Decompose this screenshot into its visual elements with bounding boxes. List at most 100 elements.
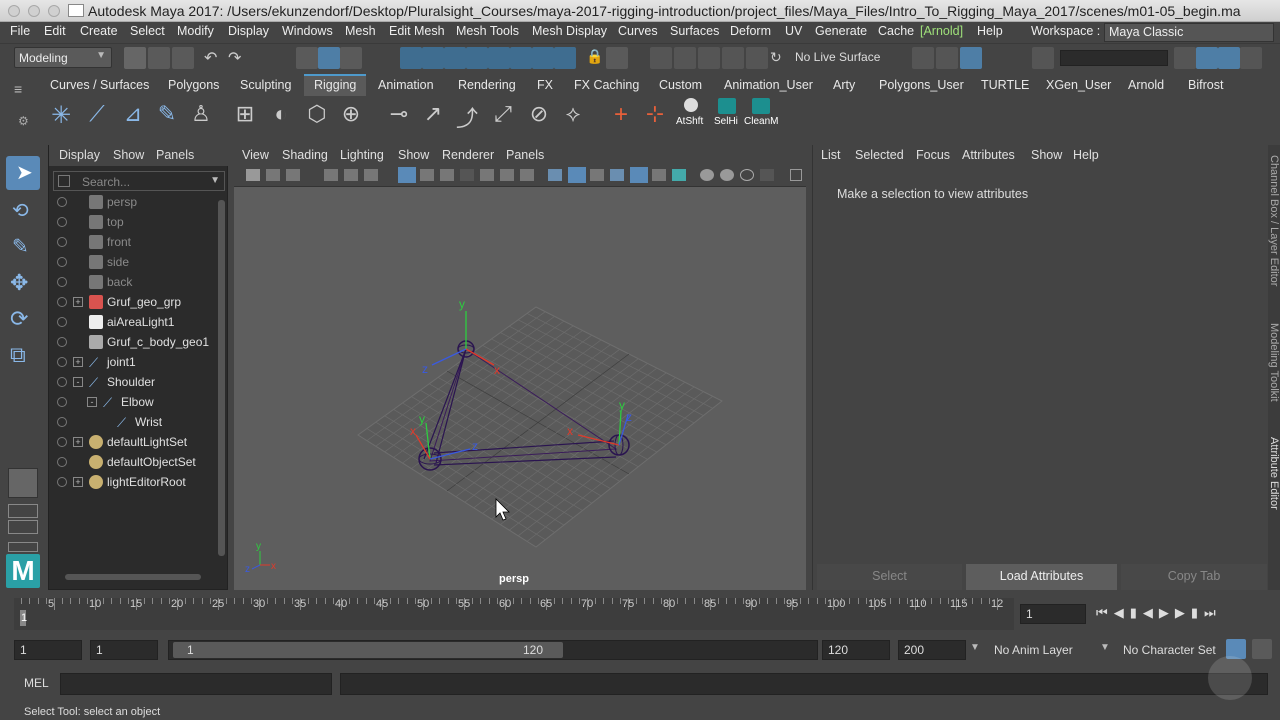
lattice-icon[interactable]: ⬡ xyxy=(304,101,330,127)
playback-start-field[interactable]: 1 xyxy=(90,640,158,660)
image-plane-icon[interactable] xyxy=(324,169,338,181)
shadows-icon[interactable] xyxy=(700,169,714,181)
outliner-item-joint1[interactable]: + ⟋ joint1 xyxy=(49,352,215,372)
expand-toggle-icon[interactable]: + xyxy=(73,297,83,307)
outliner-item-lighteditorroot[interactable]: + lightEditorRoot xyxy=(49,472,215,492)
point-constraint-icon[interactable]: ⊸ xyxy=(386,101,412,127)
menu-mesh-tools[interactable]: Mesh Tools xyxy=(456,24,519,38)
single-view-layout-icon[interactable] xyxy=(8,468,38,498)
show-attribute-editor-icon[interactable] xyxy=(1196,47,1218,69)
playback-controls[interactable]: ⏮◀▮◀▶▶▮⏭ xyxy=(1096,605,1222,621)
menu-uv[interactable]: UV xyxy=(785,24,802,38)
locator-icon[interactable]: + xyxy=(608,101,634,128)
outliner-item-gruf-c-body-geo1[interactable]: Gruf_c_body_geo1 xyxy=(49,332,215,352)
timeline-track[interactable]: 5 10 15 20 25 30 35 40 45 50 55 60 65 70 75 80 85 90 95 100… xyxy=(14,598,1014,630)
shelf-tab-polygons-user[interactable]: Polygons_User xyxy=(879,78,964,92)
motion-blur-icon[interactable] xyxy=(740,169,754,181)
visibility-toggle-icon[interactable] xyxy=(57,277,67,287)
viewport-scene[interactable]: y x z y x z y x z y x z persp xyxy=(234,187,806,590)
search-input[interactable]: Search... xyxy=(82,175,130,189)
grease-pencil-icon[interactable] xyxy=(364,169,378,181)
shelf-tab-fx-caching[interactable]: FX Caching xyxy=(574,78,639,92)
menuset-dropdown[interactable]: Modeling ▼ xyxy=(14,47,112,68)
ambient-occlusion-icon[interactable] xyxy=(720,169,734,181)
chevron-down-icon[interactable]: ▼ xyxy=(210,175,220,186)
selhi-shelf-button[interactable]: SelHi xyxy=(712,98,742,132)
visibility-toggle-icon[interactable] xyxy=(57,337,67,347)
field-chart-icon[interactable] xyxy=(480,169,494,181)
outliner-menu-panels[interactable]: Panels xyxy=(156,148,194,162)
expand-toggle-icon[interactable]: + xyxy=(73,437,83,447)
snap-live-icon[interactable] xyxy=(532,47,554,69)
scale-tool-icon[interactable]: ⧉ xyxy=(10,342,26,368)
isolate-select-icon[interactable] xyxy=(790,169,802,181)
outliner-item-defaultlightset[interactable]: + defaultLightSet xyxy=(49,432,215,452)
viewport-panel[interactable]: View Shading Lighting Show Renderer Pane… xyxy=(234,145,806,590)
outliner-item-wrist[interactable]: ⟋ Wrist xyxy=(49,412,215,432)
visibility-toggle-icon[interactable] xyxy=(57,297,67,307)
cleanm-shelf-button[interactable]: CleanM xyxy=(744,98,780,132)
snap-vertex-icon[interactable] xyxy=(510,47,532,69)
output-ops-icon[interactable] xyxy=(674,47,696,69)
wireframe-on-shaded-icon[interactable] xyxy=(610,169,624,181)
shelf-tab-rendering[interactable]: Rendering xyxy=(458,78,516,92)
undo-icon[interactable]: ↶ xyxy=(204,48,217,68)
scene-end-field[interactable]: 200 xyxy=(898,640,966,660)
visibility-toggle-icon[interactable] xyxy=(57,417,67,427)
range-track[interactable]: 1 120 xyxy=(168,640,818,660)
attr-menu-help[interactable]: Help xyxy=(1073,148,1099,162)
minimize-window-button[interactable] xyxy=(28,5,40,17)
smooth-shade-icon[interactable] xyxy=(568,167,586,183)
lock-icon[interactable]: 🔒 xyxy=(586,48,603,65)
shelf-tab-polygons[interactable]: Polygons xyxy=(168,78,219,92)
visibility-toggle-icon[interactable] xyxy=(57,437,67,447)
persp-outliner-layout-icon[interactable] xyxy=(8,520,38,534)
show-channel-box-icon[interactable] xyxy=(1174,47,1196,69)
menu-mesh-display[interactable]: Mesh Display xyxy=(532,24,607,38)
visibility-toggle-icon[interactable] xyxy=(57,397,67,407)
attr-menu-show[interactable]: Show xyxy=(1031,148,1062,162)
attr-menu-focus[interactable]: Focus xyxy=(916,148,950,162)
menu-select[interactable]: Select xyxy=(130,24,165,38)
outliner-item-front[interactable]: front xyxy=(49,232,215,252)
paint-weights-icon[interactable]: ◐ xyxy=(268,101,294,127)
shelf-tab-curves-surfaces[interactable]: Curves / Surfaces xyxy=(50,78,149,92)
move-tool-icon[interactable]: ✥ xyxy=(10,270,28,296)
atshft-shelf-button[interactable]: AtShft xyxy=(676,98,706,132)
visibility-toggle-icon[interactable] xyxy=(57,317,67,327)
copy-tab-button[interactable]: Copy Tab xyxy=(1121,564,1267,590)
viewport-menu-lighting[interactable]: Lighting xyxy=(340,148,384,162)
outliner-item-persp[interactable]: persp xyxy=(49,192,215,212)
outliner-menu-display[interactable]: Display xyxy=(59,148,100,162)
chevron-down-icon[interactable]: ▼ xyxy=(970,642,980,653)
close-window-button[interactable] xyxy=(8,5,20,17)
shelf-tab-turtle[interactable]: TURTLE xyxy=(981,78,1029,92)
visibility-toggle-icon[interactable] xyxy=(57,257,67,267)
menu-cache[interactable]: Cache xyxy=(878,24,914,38)
select-tool-button[interactable]: ➤ xyxy=(6,156,40,190)
character-set-label[interactable]: No Character Set xyxy=(1123,643,1216,657)
workspace-dropdown[interactable]: Maya Classic xyxy=(1104,23,1274,42)
outliner-hscroll[interactable] xyxy=(53,572,213,582)
attribute-editor-tab[interactable]: Attribute Editor xyxy=(1268,437,1280,527)
shelf-tab-animation-user[interactable]: Animation_User xyxy=(724,78,813,92)
visibility-toggle-icon[interactable] xyxy=(57,457,67,467)
shelf-tab-custom[interactable]: Custom xyxy=(659,78,702,92)
shelf-tab-sculpting[interactable]: Sculpting xyxy=(240,78,291,92)
attr-menu-list[interactable]: List xyxy=(821,148,840,162)
show-layer-editor-icon[interactable] xyxy=(1240,47,1262,69)
current-frame-field[interactable]: 1 xyxy=(1020,604,1086,624)
rotate-tool-icon[interactable]: ⟳ xyxy=(10,306,28,332)
sidebar-toggle-icon[interactable] xyxy=(1032,47,1054,69)
film-gate-icon[interactable] xyxy=(420,169,434,181)
playback-end-field[interactable]: 120 xyxy=(822,640,890,660)
snap-grid-icon[interactable] xyxy=(400,47,422,69)
bookmarks-icon[interactable] xyxy=(286,169,300,181)
paint-select-icon[interactable]: ✎ xyxy=(12,234,29,259)
visibility-toggle-icon[interactable] xyxy=(57,477,67,487)
snap-point-icon[interactable] xyxy=(444,47,466,69)
script-language-label[interactable]: MEL xyxy=(24,676,49,690)
menu-surfaces[interactable]: Surfaces xyxy=(670,24,719,38)
outliner-menu-show[interactable]: Show xyxy=(113,148,144,162)
ipr-render-icon[interactable] xyxy=(960,47,982,69)
